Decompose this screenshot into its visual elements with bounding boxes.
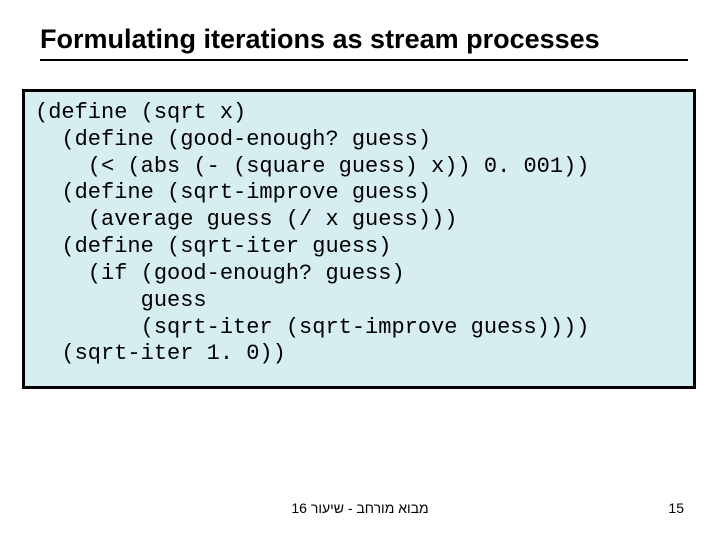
footer-center: מבוא מורחב - שיעור 16 bbox=[0, 500, 720, 516]
slide: Formulating iterations as stream process… bbox=[0, 0, 720, 540]
slide-title: Formulating iterations as stream process… bbox=[40, 24, 692, 55]
title-underline bbox=[40, 59, 688, 61]
code-block: (define (sqrt x) (define (good-enough? g… bbox=[35, 100, 683, 368]
code-box: (define (sqrt x) (define (good-enough? g… bbox=[22, 89, 696, 389]
page-number: 15 bbox=[668, 500, 684, 516]
